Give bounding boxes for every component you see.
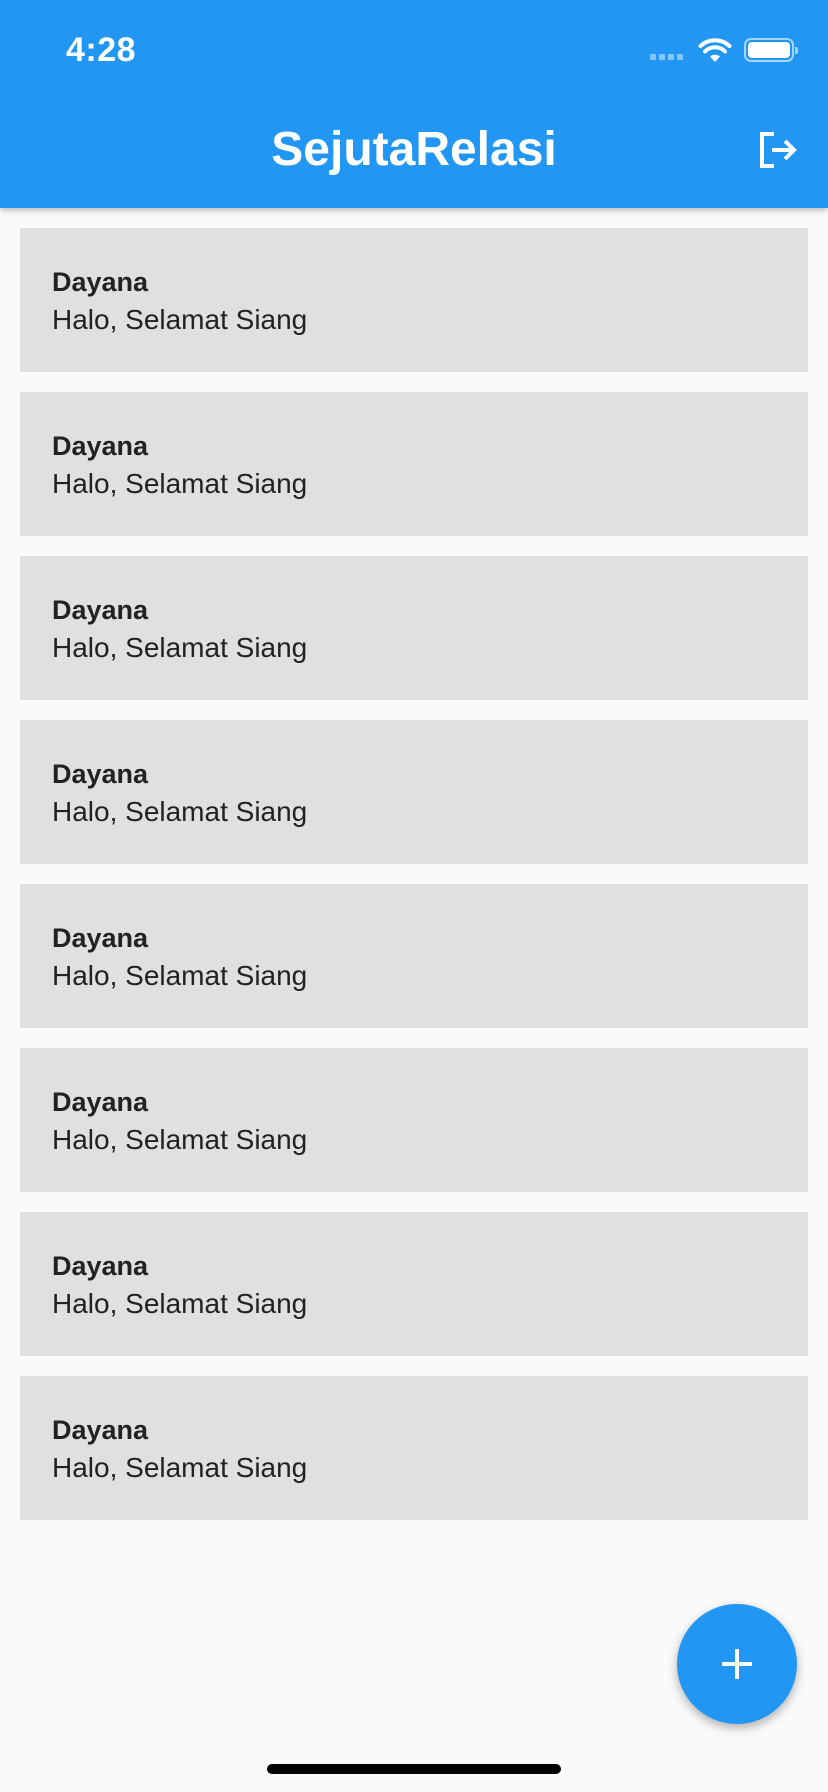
logout-button[interactable] bbox=[754, 126, 802, 174]
message-text: Halo, Selamat Siang bbox=[52, 632, 308, 663]
plus-icon bbox=[722, 1649, 752, 1679]
sender-name: Dayana bbox=[52, 1415, 149, 1445]
message-text: Halo, Selamat Siang bbox=[52, 1288, 308, 1319]
status-icons bbox=[650, 34, 798, 66]
sender-name: Dayana bbox=[52, 267, 149, 297]
sender-name: Dayana bbox=[52, 595, 149, 625]
page-title: SejutaRelasi bbox=[271, 123, 557, 176]
logout-icon bbox=[760, 132, 797, 168]
list-item[interactable]: Dayana Halo, Selamat Siang bbox=[20, 228, 808, 372]
list-item[interactable]: Dayana Halo, Selamat Siang bbox=[20, 1212, 808, 1356]
list-item[interactable]: Dayana Halo, Selamat Siang bbox=[20, 1376, 808, 1520]
list-item[interactable]: Dayana Halo, Selamat Siang bbox=[20, 1048, 808, 1192]
list-item[interactable]: Dayana Halo, Selamat Siang bbox=[20, 720, 808, 864]
add-button[interactable] bbox=[677, 1604, 797, 1724]
status-time: 4:28 bbox=[66, 31, 137, 69]
message-text: Halo, Selamat Siang bbox=[52, 796, 308, 827]
battery-icon bbox=[744, 38, 798, 62]
list-item[interactable]: Dayana Halo, Selamat Siang bbox=[20, 884, 808, 1028]
message-text: Halo, Selamat Siang bbox=[52, 1124, 308, 1155]
message-text: Halo, Selamat Siang bbox=[52, 960, 308, 991]
cellular-signal-icon bbox=[650, 40, 686, 60]
home-indicator[interactable] bbox=[267, 1764, 561, 1774]
message-text: Halo, Selamat Siang bbox=[52, 304, 308, 335]
message-text: Halo, Selamat Siang bbox=[52, 468, 308, 499]
sender-name: Dayana bbox=[52, 1087, 149, 1117]
sender-name: Dayana bbox=[52, 923, 149, 953]
sender-name: Dayana bbox=[52, 431, 149, 461]
message-list: Dayana Halo, Selamat Siang Dayana Halo, … bbox=[20, 228, 808, 1540]
message-text: Halo, Selamat Siang bbox=[52, 1452, 308, 1483]
list-item[interactable]: Dayana Halo, Selamat Siang bbox=[20, 556, 808, 700]
list-item[interactable]: Dayana Halo, Selamat Siang bbox=[20, 392, 808, 536]
sender-name: Dayana bbox=[52, 1251, 149, 1281]
sender-name: Dayana bbox=[52, 759, 149, 789]
app-bar: 4:28 SejutaRelasi bbox=[0, 0, 828, 208]
wifi-icon bbox=[698, 38, 732, 62]
